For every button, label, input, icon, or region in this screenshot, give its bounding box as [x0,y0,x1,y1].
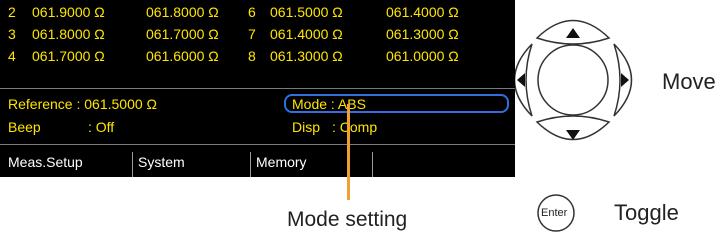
reading-value: 061.6000 Ω [146,48,219,64]
left-arrow-key[interactable] [515,43,533,117]
reading-value: 061.9000 Ω [32,4,105,20]
reading-value: 061.8000 Ω [32,26,105,42]
move-label: Move [662,69,716,94]
reading-value: 061.7000 Ω [32,48,105,64]
menu-memory[interactable]: Memory [256,148,307,177]
up-arrow-key[interactable] [535,19,611,45]
disp-value[interactable]: : Comp [332,117,377,137]
reading-value: 061.0000 Ω [386,48,459,64]
reading-value: 061.3000 Ω [386,26,459,42]
reference-value: Reference : 061.5000 Ω [8,96,158,112]
channel-number: 8 [248,48,256,64]
channel-number: 2 [8,4,16,20]
right-arrow-key[interactable] [613,43,633,117]
toggle-label: Toggle [614,200,679,225]
channel-number: 3 [8,26,16,42]
callout-label: Mode setting [287,208,408,231]
menu-divider [132,152,133,177]
beep-disp-row: Beep : Off Disp : Comp [0,117,515,137]
reading-value: 061.4000 Ω [270,26,343,42]
divider [0,144,515,145]
reading-value: 061.3000 Ω [270,48,343,64]
center-key[interactable] [537,44,609,116]
channel-number: 4 [8,48,16,64]
divider [0,88,515,89]
beep-label: Beep [8,119,41,135]
instrument-screen: 2 061.9000 Ω 061.8000 Ω 6 061.5000 Ω 061… [0,0,515,177]
mode-setting[interactable]: Mode : ABS [292,94,366,114]
menu-divider [250,152,251,177]
enter-key-label: Enter [541,207,568,219]
channel-number: 7 [248,26,256,42]
soft-menu-bar: Meas.Setup System Memory [0,148,515,177]
channel-number: 6 [248,4,256,20]
menu-system[interactable]: System [138,148,185,177]
menu-divider [372,152,373,177]
callout-line [347,104,350,200]
reading-value: 061.8000 Ω [146,4,219,20]
reading-value: 061.4000 Ω [386,4,459,20]
down-arrow-key[interactable] [535,115,611,141]
reading-value: 061.5000 Ω [270,4,343,20]
disp-label: Disp [292,119,321,135]
beep-value[interactable]: : Off [88,117,114,137]
menu-meas-setup[interactable]: Meas.Setup [8,148,83,177]
reading-value: 061.7000 Ω [146,26,219,42]
